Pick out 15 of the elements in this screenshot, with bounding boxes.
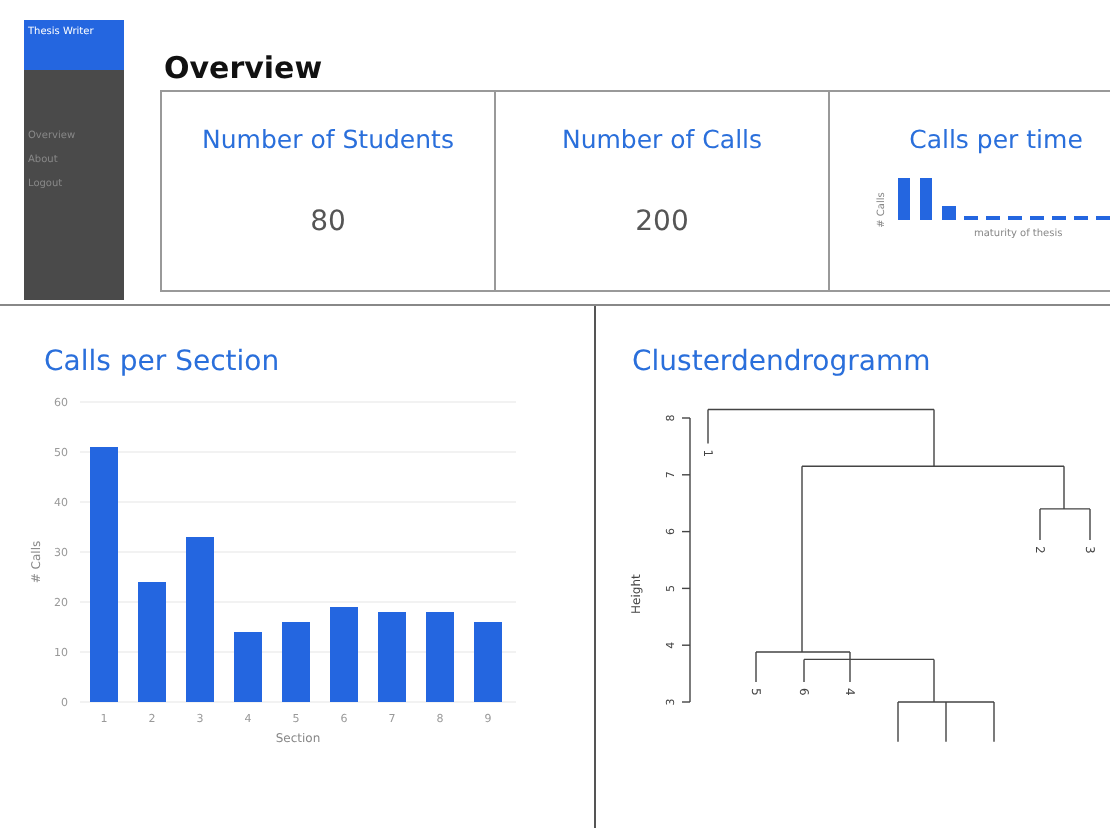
bar [474, 622, 502, 702]
bar [282, 622, 310, 702]
bar [426, 612, 454, 702]
card-title: Calls per time [909, 124, 1083, 154]
bar [330, 607, 358, 702]
stat-value: 200 [635, 206, 689, 238]
card-title: Number of Students [202, 124, 454, 154]
card-title: Number of Calls [561, 124, 763, 154]
bar [378, 612, 406, 702]
bar [234, 632, 262, 702]
panel-title: Calls per Section [42, 344, 282, 378]
page-title: Overview [162, 48, 325, 90]
stat-value: 80 [310, 206, 346, 238]
bar [138, 582, 166, 702]
panel-title: Clusterdendrogramm [630, 344, 933, 378]
